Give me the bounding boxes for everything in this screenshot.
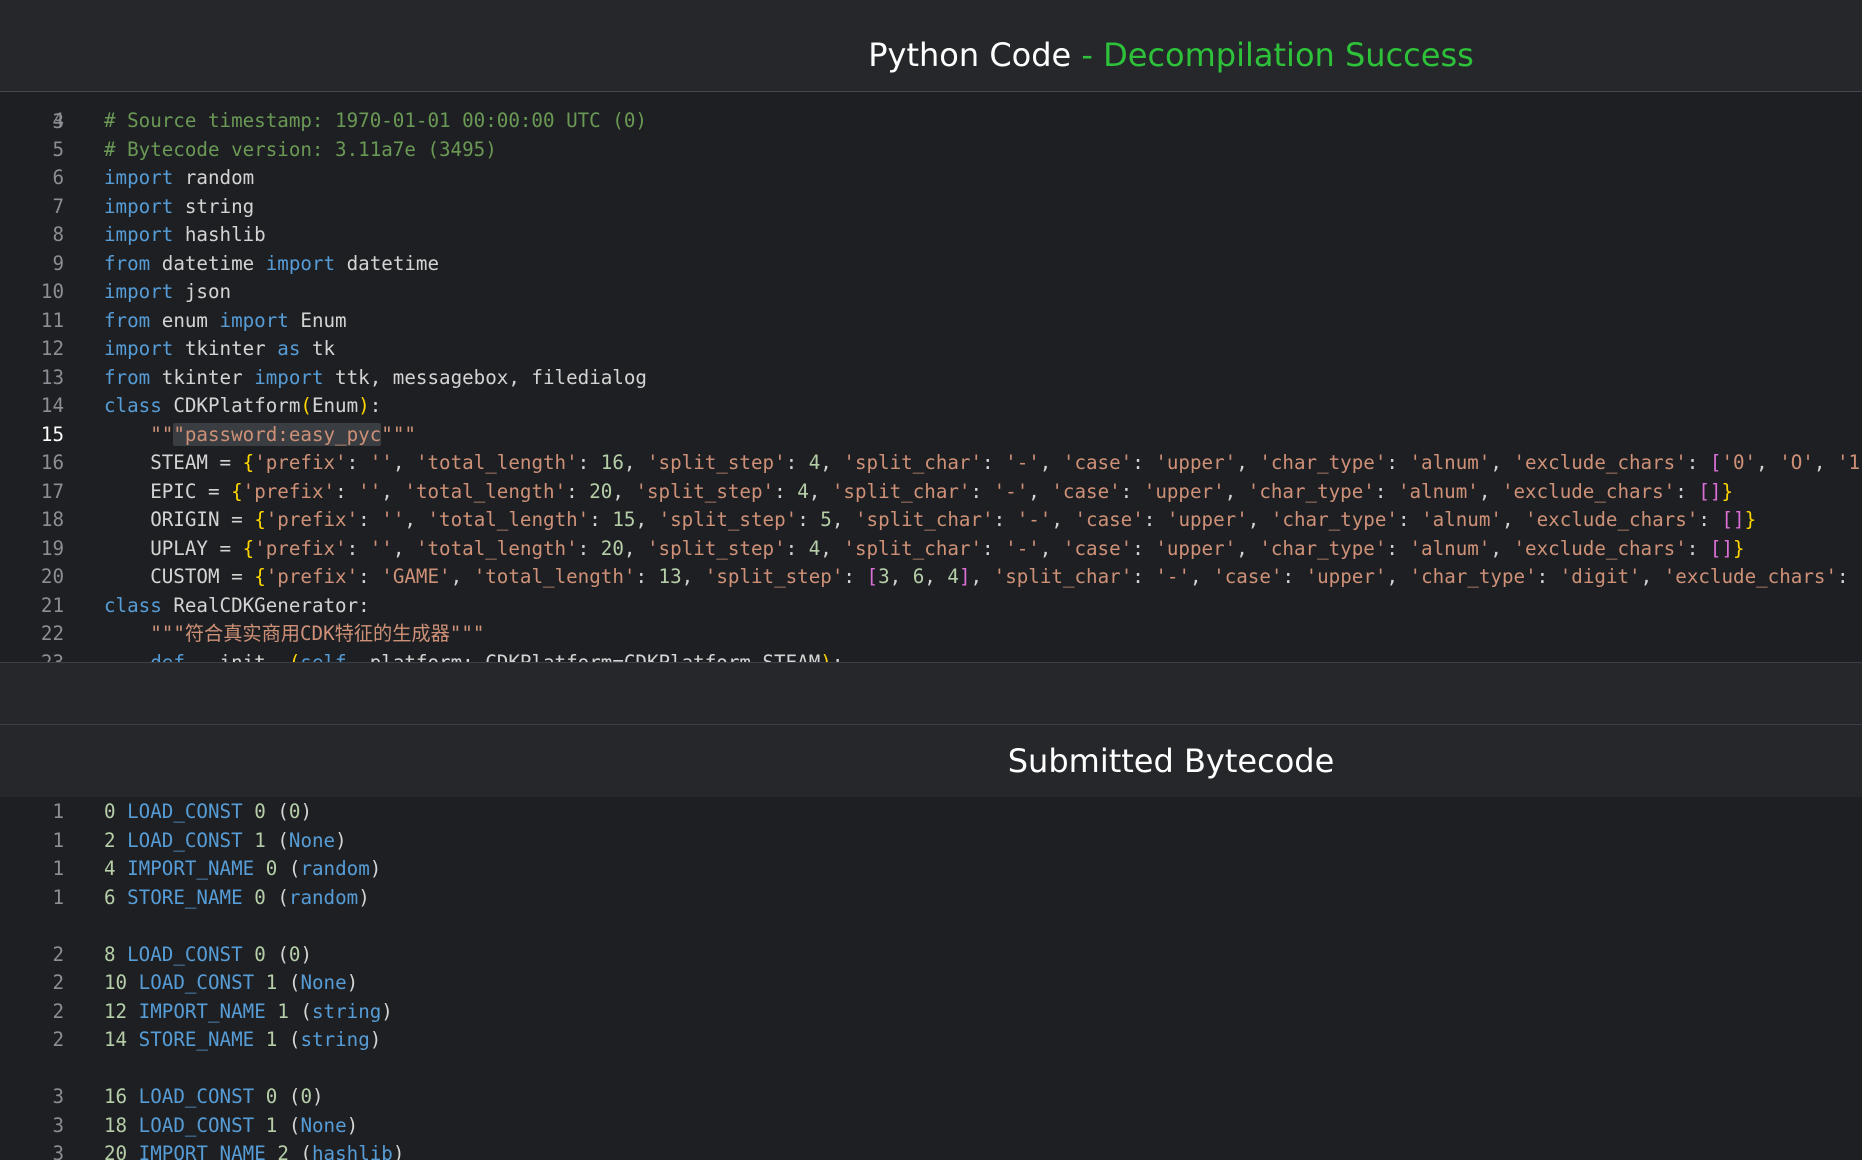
code-text: """符合真实商用CDK特征的生成器""" — [150, 622, 485, 645]
title-main: Python Code — [868, 35, 1072, 74]
code-text: from datetime import datetime — [104, 251, 440, 275]
code-text: class CDKPlatform(Enum): — [104, 394, 382, 417]
code-text: # Bytecode version: 3.11a7e (3495) — [104, 138, 497, 161]
bytecode-header: Submitted Bytecode — [0, 724, 1862, 798]
line-number: 6 — [52, 166, 64, 189]
code-text: """password:easy_pyc""" — [150, 422, 416, 446]
instruction: 0 LOAD_CONST 0 (0) — [104, 800, 313, 823]
line-number: 13 — [40, 365, 64, 389]
code-text: import random — [104, 166, 255, 189]
python-code-header: Python Code - Decompilation Success — [0, 18, 1862, 92]
top-strip — [0, 0, 1862, 19]
code-text: import json — [104, 280, 232, 303]
line-number: 1 — [52, 885, 64, 909]
line-number: 7 — [52, 194, 64, 218]
line-number: 12 — [40, 337, 64, 360]
line-number: 9 — [52, 251, 64, 275]
decompilation-status: Decompilation Success — [1103, 35, 1474, 74]
code-text: from enum import Enum — [104, 308, 347, 332]
line-number: 18 — [40, 508, 64, 531]
line-number: 2 — [52, 999, 64, 1023]
code-text: CUSTOM = {'prefix': 'GAME', 'total_lengt… — [104, 565, 1849, 588]
title-separator: - — [1071, 35, 1104, 74]
code-text: def __init__(self, platform: CDKPlatform… — [150, 650, 844, 663]
line-number: 15 — [40, 422, 64, 446]
panel-title: Python Code - Decompilation Success — [868, 36, 1474, 74]
code-text: import string — [104, 194, 255, 218]
line-number: 5 — [52, 137, 64, 161]
line-number: 1 — [52, 828, 64, 852]
instruction: 6 STORE_NAME 0 (random) — [104, 885, 370, 909]
line-number: 20 — [40, 565, 64, 588]
code-text: UPLAY = {'prefix': '', 'total_length': 2… — [104, 536, 1745, 560]
bytecode-viewer[interactable]: 1 0 LOAD_CONST 0 (0) 1 2 LOAD_CONST 1 (None… — [0, 797, 1862, 1160]
code-text: EPIC = {'prefix': '', 'total_length': 20… — [104, 479, 1734, 503]
line-number: 17 — [40, 479, 64, 503]
line-number: 21 — [40, 593, 64, 617]
line-number: 1 — [52, 857, 64, 880]
line-number: 3 — [52, 1142, 64, 1160]
code-text: import hashlib — [104, 223, 266, 246]
line-number: 8 — [52, 223, 64, 246]
line-number: 2 — [52, 1028, 64, 1051]
line-number: 1 — [52, 800, 64, 823]
line-number: 4 — [52, 109, 64, 132]
instruction: 18 LOAD_CONST 1 (None) — [104, 1113, 359, 1137]
line-number: 19 — [40, 536, 64, 560]
line-number: 23 — [40, 650, 64, 663]
line-number: 10 — [40, 280, 64, 303]
instruction: 20 IMPORT_NAME 2 (hashlib) — [104, 1142, 405, 1160]
instruction: 4 IMPORT_NAME 0 (random) — [104, 857, 382, 880]
code-text: # Source timestamp: 1970-01-01 00:00:00 … — [104, 109, 647, 132]
code-text: class RealCDKGenerator: — [104, 593, 370, 617]
line-number: 14 — [40, 394, 64, 417]
code-text: STEAM = {'prefix': '', 'total_length': 1… — [104, 451, 1861, 474]
line-number: 11 — [40, 308, 64, 332]
instruction: 10 LOAD_CONST 1 (None) — [104, 971, 359, 994]
instruction: 8 LOAD_CONST 0 (0) — [104, 942, 313, 966]
instruction: 14 STORE_NAME 1 (string) — [104, 1028, 382, 1051]
line-number: 2 — [52, 942, 64, 966]
code-text: from tkinter import ttk, messagebox, fil… — [104, 365, 647, 389]
instruction: 2 LOAD_CONST 1 (None) — [104, 828, 347, 852]
panel-title: Submitted Bytecode — [1007, 742, 1335, 780]
line-number: 2 — [52, 971, 64, 994]
panel-divider — [0, 662, 1862, 725]
line-number: 3 — [52, 1113, 64, 1137]
instruction: 12 IMPORT_NAME 1 (string) — [104, 999, 393, 1023]
code-line-partial: 3 # Bytecode version: 3.11a7e (3495) — [0, 92, 496, 162]
line-number: 3 — [52, 1085, 64, 1108]
line-number: 16 — [40, 451, 64, 474]
code-text: ORIGIN = {'prefix': '', 'total_length': … — [104, 508, 1757, 531]
line-number: 22 — [40, 622, 64, 645]
python-code-editor[interactable]: 3 # Bytecode version: 3.11a7e (3495) 4 # … — [0, 92, 1862, 662]
instruction: 16 LOAD_CONST 0 (0) — [104, 1085, 324, 1108]
code-text: import tkinter as tk — [104, 337, 336, 360]
